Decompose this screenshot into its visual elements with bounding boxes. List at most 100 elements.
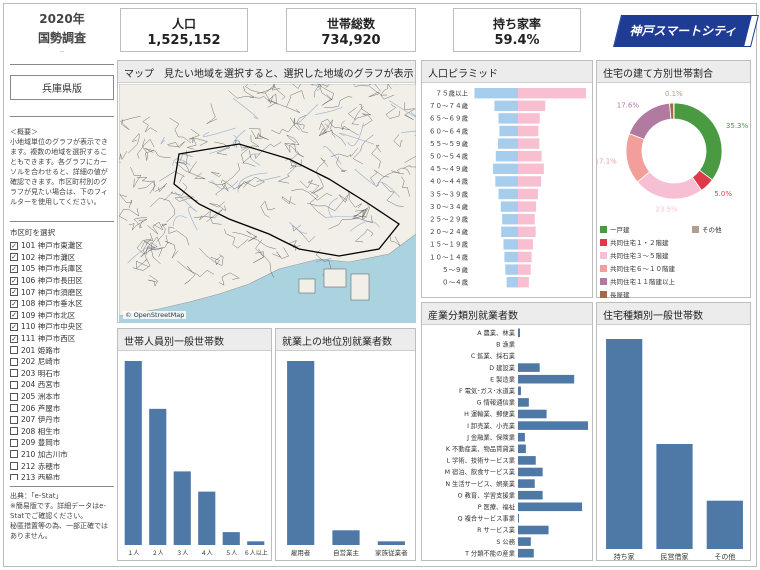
city-name: 201 姫路市 [21,345,61,355]
city-filter-item[interactable]: 207 伊丹市 [10,414,116,426]
city-filter-item[interactable]: 212 赤穂市 [10,460,116,472]
population-pyramid-chart[interactable]: ７５歳以上 ７０～７４歳 ６５～６９歳 ６０～６４歳 ５５～５９歳 ５０～５４歳 ４５～４９… [422,83,594,299]
checkbox-icon[interactable] [10,380,18,389]
checkbox-icon[interactable]: ✓ [10,311,18,320]
legend-label: 長屋建 [610,291,630,299]
slice-label: 17.1% [597,158,617,166]
industry-chart[interactable]: A 農業、林業 B 漁業 C 鉱業、採石業 D 建設業 E 製造業 F 電気･ガス･水道業… [422,325,594,561]
legend-item[interactable]: 共同住宅１・２階建 [600,237,669,247]
checkbox-icon[interactable] [10,462,18,471]
city-filter-item[interactable]: 206 芦屋市 [10,402,116,414]
checkbox-icon[interactable] [10,450,18,459]
ownership-panel: 住宅種類別一般世帯数 持ち家 民営借家 その他 [596,302,751,561]
checkbox-icon[interactable]: ✓ [10,288,18,297]
industry-tick-label: K 不動産業、物品賃貸業 [446,444,516,453]
legend-item[interactable]: その他 [692,224,722,234]
checkbox-icon[interactable] [10,404,18,413]
checkbox-icon[interactable]: ✓ [10,253,18,262]
city-filter-item[interactable]: 208 相生市 [10,426,116,438]
checkbox-icon[interactable] [10,473,18,480]
female-bar [518,176,542,187]
checkbox-icon[interactable]: ✓ [10,334,18,343]
legend-item[interactable]: 長屋建 [600,289,630,299]
checkbox-icon[interactable]: ✓ [10,299,18,308]
region-map[interactable] [119,84,416,323]
legend-item[interactable]: 一戸建 [600,224,630,234]
checkbox-icon[interactable] [10,415,18,424]
bar [518,479,535,488]
checkbox-icon[interactable] [10,427,18,436]
city-filter-item[interactable]: 204 西宮市 [10,379,116,391]
checkbox-icon[interactable] [10,438,18,447]
industry-tick-label: H 運輸業、郵便業 [464,409,516,418]
legend-label: 共同住宅６～１０階建 [610,265,675,273]
legend-item[interactable]: 共同住宅１１階建以上 [600,276,675,286]
legend-swatch [600,238,607,246]
male-bar [493,163,518,174]
employment-status-panel: 就業上の地位別就業者数 雇用者 自営業主 家族従業者 [275,328,416,561]
bar [656,444,693,549]
city-filter-item[interactable]: 209 豊岡市 [10,437,116,449]
male-bar [506,277,518,288]
city-filter-item[interactable]: ✓ 101 神戸市東灘区 [10,240,116,252]
source-note: 出典：「e-Stat」 ※簡易版です。詳細データはe-Statでご確認ください。… [10,492,108,540]
female-bar [518,214,535,225]
checkbox-icon[interactable] [10,392,18,401]
kpi-value: 734,920 [321,33,381,48]
city-filter-item[interactable]: ✓ 107 神戸市須磨区 [10,286,116,298]
city-name: 106 神戸市長田区 [21,276,83,286]
city-filter-item[interactable]: 202 尼崎市 [10,356,116,368]
city-name: 205 洲本市 [21,392,61,402]
checkbox-icon[interactable]: ✓ [10,276,18,285]
city-filter-item[interactable]: ✓ 106 神戸市長田区 [10,275,116,287]
household-size-chart[interactable]: １人 ２人 ３人 ４人 ５人 ６人以上 [118,351,273,561]
bar [518,409,547,419]
employment-status-chart[interactable]: 雇用者 自営業主 家族従業者 [276,351,417,561]
female-bar [518,226,536,237]
city-filter-item[interactable]: ✓ 108 神戸市垂水区 [10,298,116,310]
city-name: 208 相生市 [21,426,61,436]
checkbox-icon[interactable] [10,357,18,366]
male-bar [498,138,518,149]
city-filter-item[interactable]: ✓ 102 神戸市灘区 [10,252,116,264]
city-filter-item[interactable]: 203 明石市 [10,368,116,380]
ownership-chart[interactable]: 持ち家 民営借家 その他 [597,325,752,561]
bar [518,432,525,442]
bar [606,339,643,549]
checkbox-icon[interactable] [10,369,18,378]
checkbox-icon[interactable]: ✓ [10,322,18,331]
female-bar [518,264,531,275]
age-tick-label: ７０～７４歳 [429,101,469,110]
city-filter-item[interactable]: 205 洲本市 [10,391,116,403]
city-filter-item[interactable]: ✓ 105 神戸市兵庫区 [10,263,116,275]
legend-item[interactable]: 共同住宅６～１０階建 [600,263,675,273]
kpi-population: 人口 1,525,152 [120,8,248,52]
male-bar [503,239,518,250]
female-bar [518,201,537,212]
city-filter-item[interactable]: 210 加古川市 [10,449,116,461]
city-filter-item[interactable]: ✓ 110 神戸市中央区 [10,321,116,333]
checkbox-icon[interactable] [10,346,18,355]
age-tick-label: ４５～４９歳 [429,164,469,173]
city-filter-item[interactable]: 213 西脇市 [10,472,116,480]
kpi-value: 59.4% [494,33,540,48]
bar [518,490,543,500]
checkbox-icon[interactable]: ✓ [10,241,18,250]
sidebar: 2020年 国勢調査 .. 兵庫県版 ＜概要＞ 小地域単位のグラフが表示できます… [8,8,116,560]
housing-type-donut-chart[interactable]: 35.3% 5.0% 23.5% 17.1% 17.6% 0.1% [597,83,752,213]
industry-tick-label: Q 複合サービス事業 [458,514,516,523]
city-filter-label: 市区町を選択 [10,228,55,237]
legend-item[interactable]: 共同住宅３～５階建 [600,250,669,260]
city-name: 210 加古川市 [21,449,68,459]
industry-tick-label: M 宿泊、飲食サービス業 [445,467,516,476]
slice-label: 5.0% [714,190,732,198]
city-filter-item[interactable]: ✓ 111 神戸市西区 [10,333,116,345]
city-filter-item[interactable]: ✓ 109 神戸市北区 [10,310,116,322]
city-filter-item[interactable]: 201 姫路市 [10,344,116,356]
city-name: 202 尼崎市 [21,357,61,367]
legend-swatch [600,225,607,233]
checkbox-icon[interactable]: ✓ [10,264,18,273]
city-name: 111 神戸市西区 [21,334,76,344]
divider [10,116,114,117]
bar [518,456,536,465]
